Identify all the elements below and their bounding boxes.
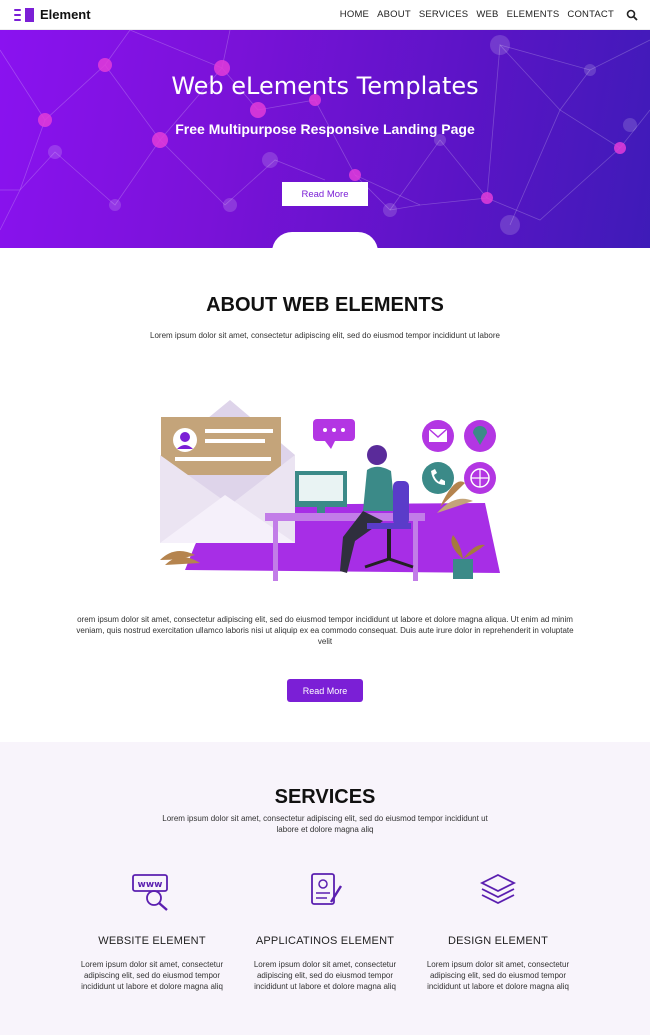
hero-read-more-button[interactable]: Read More [282, 182, 368, 206]
service-name: WEBSITE ELEMENT [98, 935, 206, 947]
services-title: SERVICES [274, 786, 376, 808]
search-icon[interactable] [626, 9, 638, 21]
brand-logo-icon [14, 7, 34, 22]
nav-item-web[interactable]: WEB [476, 9, 498, 20]
layers-icon [479, 873, 517, 905]
services-section: SERVICES Lorem ipsum dolor sit amet, con… [0, 742, 650, 1035]
about-title: ABOUT WEB ELEMENTS [206, 294, 444, 316]
hero-subtitle: Free Multipurpose Responsive Landing Pag… [175, 121, 475, 137]
service-name: DESIGN ELEMENT [448, 935, 548, 947]
nav-item-contact[interactable]: CONTACT [567, 9, 614, 20]
svg-text:www: www [138, 880, 163, 890]
document-edit-icon [311, 873, 343, 905]
service-name: APPLICATINOS ELEMENT [255, 935, 395, 947]
hero-curve-tab [272, 232, 378, 262]
about-lead-text: Lorem ipsum dolor sit amet, consectetur … [150, 331, 500, 340]
service-card-website[interactable]: www WEBSITE ELEMENT Lorem ipsum dolor si… [67, 872, 237, 992]
www-search-icon: www [132, 874, 168, 911]
service-description: Lorem ipsum dolor sit amet, consectetur … [426, 960, 570, 991]
office-worker-illustration [160, 400, 500, 581]
brand-name: Element [40, 7, 91, 22]
brand[interactable]: Element [14, 7, 91, 22]
service-card-applications[interactable]: APPLICATINOS ELEMENT Lorem ipsum dolor s… [240, 872, 410, 992]
service-description: Lorem ipsum dolor sit amet, consectetur … [80, 960, 224, 991]
nav-item-about[interactable]: ABOUT [377, 9, 411, 20]
service-description: Lorem ipsum dolor sit amet, consectetur … [253, 960, 397, 991]
nav-item-home[interactable]: HOME [340, 9, 369, 20]
services-lead-text: Lorem ipsum dolor sit amet, consectetur … [162, 814, 488, 834]
hero-title: Web eLements Templates [171, 72, 479, 100]
main-menu: HOME ABOUT SERVICES WEB ELEMENTS CONTACT [340, 9, 638, 21]
nav-item-services[interactable]: SERVICES [419, 9, 468, 20]
about-read-more-button[interactable]: Read More [287, 679, 363, 702]
about-paragraph: orem ipsum dolor sit amet, consectetur a… [76, 615, 574, 646]
nav-item-elements[interactable]: ELEMENTS [507, 9, 560, 20]
top-navbar: Element HOME ABOUT SERVICES WEB ELEMENTS… [0, 0, 650, 30]
network-background [0, 30, 650, 235]
service-card-design[interactable]: DESIGN ELEMENT Lorem ipsum dolor sit ame… [413, 872, 583, 992]
hero-banner: Web eLements Templates Free Multipurpose… [0, 30, 650, 248]
